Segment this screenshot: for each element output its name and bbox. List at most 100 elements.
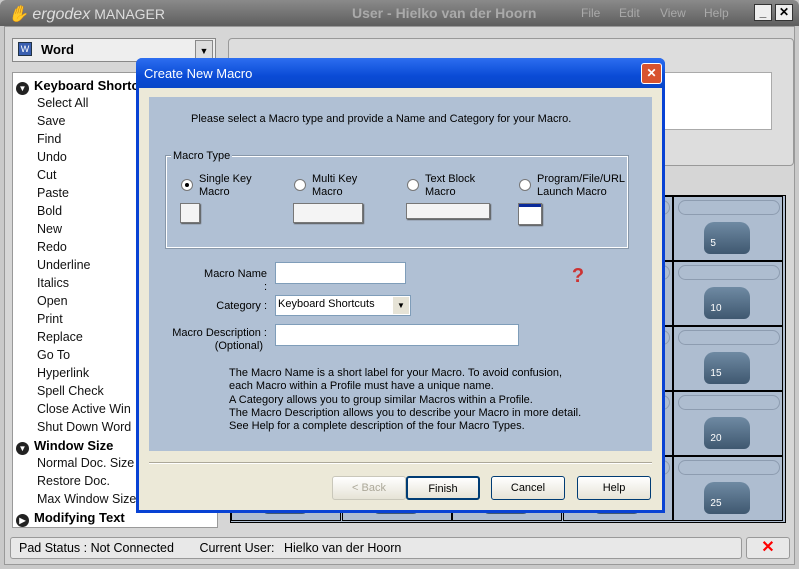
macro-type-radio[interactable] bbox=[519, 179, 531, 191]
list-item[interactable]: Find bbox=[37, 132, 61, 146]
macro-type-icon bbox=[180, 203, 200, 223]
group-header[interactable]: ▶ Modifying Text bbox=[16, 510, 125, 527]
key-number: 25 bbox=[710, 498, 722, 509]
macro-type-label[interactable]: Program/File/URL Launch Macro bbox=[537, 173, 625, 199]
brand-suffix: MANAGER bbox=[94, 6, 165, 22]
key-number: 15 bbox=[710, 368, 722, 379]
key-cell[interactable]: 10 bbox=[673, 261, 784, 326]
macro-name-input[interactable] bbox=[275, 262, 406, 284]
list-item[interactable]: Bold bbox=[37, 204, 62, 218]
group-label: Window Size bbox=[34, 438, 114, 453]
list-item[interactable]: Italics bbox=[37, 276, 69, 290]
macro-type-radio[interactable] bbox=[407, 179, 419, 191]
key-label-slot[interactable] bbox=[678, 330, 781, 345]
macro-type-label: Macro Type bbox=[171, 150, 233, 163]
cancel-button[interactable]: Cancel bbox=[491, 476, 565, 500]
help-text-line: See Help for a complete description of t… bbox=[229, 420, 525, 433]
category-value: Keyboard Shortcuts bbox=[278, 298, 375, 310]
window-title: User - Hielko van der Hoorn bbox=[352, 5, 537, 21]
description-optional: (Optional) bbox=[214, 340, 263, 352]
menu-help[interactable]: Help bbox=[704, 6, 729, 20]
list-item[interactable]: Replace bbox=[37, 330, 83, 344]
category-label: Category : bbox=[216, 300, 267, 312]
help-question-icon[interactable]: ? bbox=[567, 265, 589, 291]
current-user: Hielko van der Hoorn bbox=[283, 541, 402, 555]
collapse-icon[interactable]: ▼ bbox=[16, 442, 29, 455]
macro-type-label[interactable]: Text Block Macro bbox=[425, 173, 475, 199]
category-select[interactable]: Keyboard Shortcuts ▼ bbox=[275, 295, 411, 316]
list-item[interactable]: Undo bbox=[37, 150, 67, 164]
group-header[interactable]: ▼ Window Size bbox=[16, 438, 113, 455]
list-item[interactable]: Go To bbox=[37, 348, 70, 362]
pad-status: Pad Status : Not Connected bbox=[19, 541, 174, 555]
list-item[interactable]: Max Window Size bbox=[37, 492, 136, 506]
menu-file[interactable]: File bbox=[581, 6, 600, 20]
brand-text: ergodex bbox=[32, 6, 91, 23]
list-item[interactable]: Shut Down Word bbox=[37, 420, 131, 434]
list-item[interactable]: Print bbox=[37, 312, 63, 326]
key-cell[interactable]: 20 bbox=[673, 391, 784, 456]
key-icon[interactable]: 5 bbox=[704, 222, 751, 254]
help-button[interactable]: Help bbox=[577, 476, 651, 500]
menu-edit[interactable]: Edit bbox=[619, 6, 640, 20]
list-item[interactable]: Hyperlink bbox=[37, 366, 89, 380]
help-text-line: The Macro Description allows you to desc… bbox=[229, 406, 582, 419]
chevron-down-icon[interactable]: ▼ bbox=[195, 40, 213, 60]
key-icon[interactable]: 25 bbox=[704, 482, 751, 514]
macro-type-radio[interactable] bbox=[181, 179, 193, 191]
key-cell[interactable]: 15 bbox=[673, 326, 784, 391]
list-item[interactable]: Underline bbox=[37, 258, 91, 272]
list-item[interactable]: Open bbox=[37, 294, 68, 308]
macro-type-group bbox=[165, 155, 629, 249]
key-label-slot[interactable] bbox=[678, 200, 781, 215]
list-item[interactable]: Spell Check bbox=[37, 384, 104, 398]
app-logo: ✋ ergodex MANAGER bbox=[8, 6, 165, 23]
list-item[interactable]: New bbox=[37, 222, 62, 236]
current-user-label: Current User: bbox=[199, 541, 275, 555]
dialog-close-button[interactable]: ✕ bbox=[641, 63, 662, 84]
macro-type-label[interactable]: Single Key Macro bbox=[199, 173, 252, 199]
help-text-line: The Macro Name is a short label for your… bbox=[229, 367, 563, 379]
title-bar: ✋ ergodex MANAGER User - Hielko van der H… bbox=[0, 0, 799, 26]
list-item[interactable]: Restore Doc. bbox=[37, 474, 110, 488]
profile-value: Word bbox=[41, 42, 74, 57]
list-item[interactable]: Save bbox=[37, 114, 66, 128]
group-label: Modifying Text bbox=[34, 510, 125, 525]
disconnected-usb-icon: ✕ bbox=[746, 537, 790, 559]
macro-type-label[interactable]: Multi Key Macro bbox=[312, 173, 357, 199]
key-icon[interactable]: 15 bbox=[704, 352, 751, 384]
key-label-slot[interactable] bbox=[678, 395, 781, 410]
back-button[interactable]: < Back bbox=[332, 476, 406, 500]
key-label-slot[interactable] bbox=[678, 460, 781, 475]
list-item[interactable]: Select All bbox=[37, 96, 88, 110]
macro-description-input[interactable] bbox=[275, 324, 519, 346]
dialog-panel: Please select a Macro type and provide a… bbox=[149, 97, 652, 451]
list-item[interactable]: Normal Doc. Size bbox=[37, 456, 134, 470]
key-label-slot[interactable] bbox=[678, 265, 781, 280]
list-item[interactable]: Cut bbox=[37, 168, 56, 182]
key-cell[interactable]: 25 bbox=[673, 456, 784, 521]
close-app-button[interactable]: ✕ bbox=[775, 4, 793, 21]
macro-type-radio[interactable] bbox=[294, 179, 306, 191]
key-icon[interactable]: 10 bbox=[704, 287, 751, 319]
divider bbox=[149, 462, 652, 464]
key-number: 5 bbox=[710, 238, 716, 249]
macro-type-icon bbox=[293, 203, 363, 223]
finish-button[interactable]: Finish bbox=[406, 476, 480, 500]
collapse-icon[interactable]: ▼ bbox=[16, 82, 29, 95]
macro-type-icon bbox=[406, 203, 490, 219]
menu-view[interactable]: View bbox=[660, 6, 686, 20]
list-item[interactable]: Redo bbox=[37, 240, 67, 254]
word-icon: W bbox=[18, 42, 32, 56]
status-bar: Pad Status : Not Connected Current User:… bbox=[10, 537, 742, 559]
minimize-button[interactable]: _ bbox=[754, 4, 772, 21]
dialog-title: Create New Macro bbox=[136, 58, 665, 88]
expand-icon[interactable]: ▶ bbox=[16, 514, 29, 527]
key-icon[interactable]: 20 bbox=[704, 417, 751, 449]
key-cell[interactable]: 5 bbox=[673, 196, 784, 261]
create-macro-dialog: Create New Macro ✕ Please select a Macro… bbox=[136, 58, 665, 513]
chevron-down-icon[interactable]: ▼ bbox=[393, 297, 409, 314]
list-item[interactable]: Close Active Win bbox=[37, 402, 131, 416]
intro-text: Please select a Macro type and provide a… bbox=[191, 113, 572, 125]
list-item[interactable]: Paste bbox=[37, 186, 69, 200]
